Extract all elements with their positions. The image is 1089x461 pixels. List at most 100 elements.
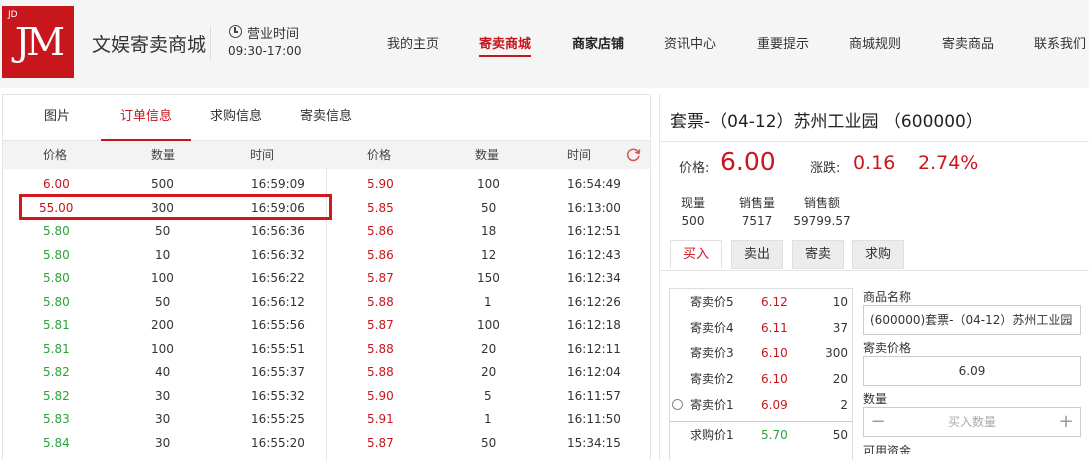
table-row: 5.86 18 16:12:51 — [327, 220, 650, 243]
trade-panel: 套票-（04-12）苏州工业园 （600000） 价格: 6.00 涨跌: 0.… — [659, 94, 1089, 460]
change-percent: 2.74% — [918, 152, 979, 174]
business-hours-label: 营业时间 — [247, 27, 300, 42]
cell-price: 5.80 — [43, 247, 70, 262]
table-row: 5.88 1 16:12:26 — [327, 291, 650, 314]
book-level-label: 寄卖价4 — [690, 320, 734, 335]
highlight-annotation-box — [19, 194, 332, 220]
business-hours-value: 09:30-17:00 — [228, 44, 302, 58]
cell-price: 5.90 — [367, 177, 394, 191]
cell-price: 5.82 — [43, 388, 70, 403]
quantity-placeholder: 买入数量 — [947, 415, 996, 429]
cell-time: 16:55:37 — [251, 365, 305, 379]
nav-home[interactable]: 我的主页 — [387, 33, 439, 52]
site-logo[interactable]: JD JM — [2, 6, 74, 78]
quantity-stepper[interactable]: − 买入数量 + — [863, 407, 1081, 437]
tab-order-info[interactable]: 订单信息 — [101, 95, 191, 141]
cell-price: 5.81 — [43, 341, 70, 356]
clock-icon — [229, 25, 242, 38]
table-row: 5.83 30 16:55:25 — [3, 408, 325, 431]
plus-button[interactable]: + — [1054, 408, 1078, 436]
consign-price-label: 寄卖价格 — [863, 341, 912, 355]
minus-button[interactable]: − — [866, 408, 890, 436]
cell-time: 15:34:15 — [567, 435, 621, 450]
order-book-row[interactable]: 寄卖价5 6.12 10 — [670, 289, 852, 315]
nav-mall-rules[interactable]: 商城规则 — [849, 33, 901, 52]
nav-consignment-goods[interactable]: 寄卖商品 — [942, 33, 994, 52]
cell-price: 5.90 — [367, 388, 394, 403]
nav-contact-us[interactable]: 联系我们 — [1034, 33, 1086, 52]
cell-price: 5.84 — [43, 435, 70, 450]
order-book-row[interactable]: 寄卖价3 6.10 300 — [670, 340, 852, 366]
product-name-field[interactable]: (600000)套票-（04-12）苏州工业园 — [863, 305, 1081, 335]
cell-qty: 150 — [477, 271, 500, 285]
stat-sales-amount-label: 销售额 — [803, 196, 840, 210]
book-level-price: 6.12 — [761, 295, 788, 309]
table-row: 5.85 50 16:13:00 — [327, 197, 650, 220]
cell-qty: 30 — [155, 412, 171, 426]
cell-price: 5.87 — [367, 435, 394, 450]
cell-price: 5.87 — [367, 318, 394, 332]
title-separator — [660, 141, 1089, 142]
cell-qty: 100 — [477, 318, 500, 332]
cell-qty: 5 — [484, 388, 492, 403]
cell-time: 16:12:51 — [567, 224, 621, 238]
site-header: JD JM 文娱寄卖商城 营业时间 09:30-17:00 我的主页 寄卖商城 … — [0, 0, 1089, 88]
table-row: 5.90 100 16:54:49 — [327, 173, 650, 196]
refresh-icon[interactable] — [626, 147, 641, 162]
order-book-row[interactable]: 求购价1 5.70 50 — [670, 422, 852, 448]
tab-consignment-info[interactable]: 寄卖信息 — [291, 95, 361, 141]
order-book-row[interactable]: 寄卖价2 6.10 20 — [670, 366, 852, 392]
order-book-row[interactable]: 寄卖价1 6.09 2 — [670, 392, 852, 418]
cell-price: 5.86 — [367, 247, 394, 262]
order-book-row[interactable]: 寄卖价4 6.11 37 — [670, 315, 852, 341]
logo-jm-text: JM — [14, 20, 65, 64]
table-row: 5.80 50 16:56:36 — [3, 220, 325, 243]
cell-time: 16:59:09 — [251, 177, 305, 191]
order-book-divider — [670, 421, 852, 422]
cell-time: 16:12:04 — [567, 365, 621, 379]
nav-consignment-mall[interactable]: 寄卖商城 — [479, 33, 532, 57]
cell-price: 5.85 — [367, 200, 394, 215]
tab-sell[interactable]: 卖出 — [731, 240, 783, 269]
cell-qty: 30 — [155, 435, 171, 450]
tab-image[interactable]: 图片 — [29, 95, 85, 141]
nav-news-center[interactable]: 资讯中心 — [664, 33, 716, 52]
product-title: 套票-（04-12）苏州工业园 （600000） — [670, 112, 983, 132]
tab-consign[interactable]: 寄卖 — [792, 240, 844, 269]
cell-qty: 30 — [155, 388, 171, 403]
col-qty-left: 数量 — [151, 148, 176, 162]
header-divider — [210, 26, 211, 60]
nav-merchant-stores[interactable]: 商家店铺 — [572, 33, 624, 52]
cell-qty: 1 — [484, 412, 492, 426]
stat-sales-volume-label: 销售量 — [738, 196, 775, 210]
cell-time: 16:12:18 — [567, 318, 621, 332]
cell-time: 16:56:32 — [251, 247, 305, 262]
cell-time: 16:12:26 — [567, 294, 621, 309]
site-name: 文娱寄卖商城 — [92, 34, 207, 56]
book-level-qty: 37 — [832, 320, 848, 335]
cell-price: 5.80 — [43, 224, 70, 238]
book-level-price: 6.11 — [761, 320, 788, 335]
tab-purchase-info[interactable]: 求购信息 — [201, 95, 271, 141]
tab-request[interactable]: 求购 — [852, 240, 904, 269]
available-funds-label: 可用资金 — [863, 444, 912, 454]
order-info-panel: 图片 订单信息 求购信息 寄卖信息 价格 数量 时间 价格 数量 时间 6.00… — [2, 94, 651, 461]
cell-price: 5.80 — [43, 294, 70, 309]
logo-jd-text: JD — [8, 10, 18, 20]
change-value: 0.16 — [853, 152, 896, 174]
table-row: 5.80 10 16:56:32 — [3, 244, 325, 267]
cell-time: 16:55:51 — [251, 341, 305, 356]
table-row: 5.84 30 16:55:20 — [3, 432, 325, 455]
radio-button[interactable] — [672, 398, 683, 410]
table-row: 5.81 200 16:55:56 — [3, 314, 325, 337]
table-row: 5.87 150 16:12:34 — [327, 267, 650, 290]
nav-important-notice[interactable]: 重要提示 — [757, 33, 809, 52]
consign-price-field[interactable]: 6.09 — [863, 356, 1081, 386]
tab-buy[interactable]: 买入 — [670, 240, 722, 269]
table-row: 5.88 20 16:12:11 — [327, 338, 650, 361]
cell-time: 16:55:32 — [251, 388, 305, 403]
cell-qty: 18 — [481, 224, 497, 238]
table-row: 5.87 50 15:34:15 — [327, 432, 650, 455]
stat-current-volume-label: 现量 — [680, 196, 705, 210]
cell-time: 16:12:11 — [567, 341, 621, 356]
